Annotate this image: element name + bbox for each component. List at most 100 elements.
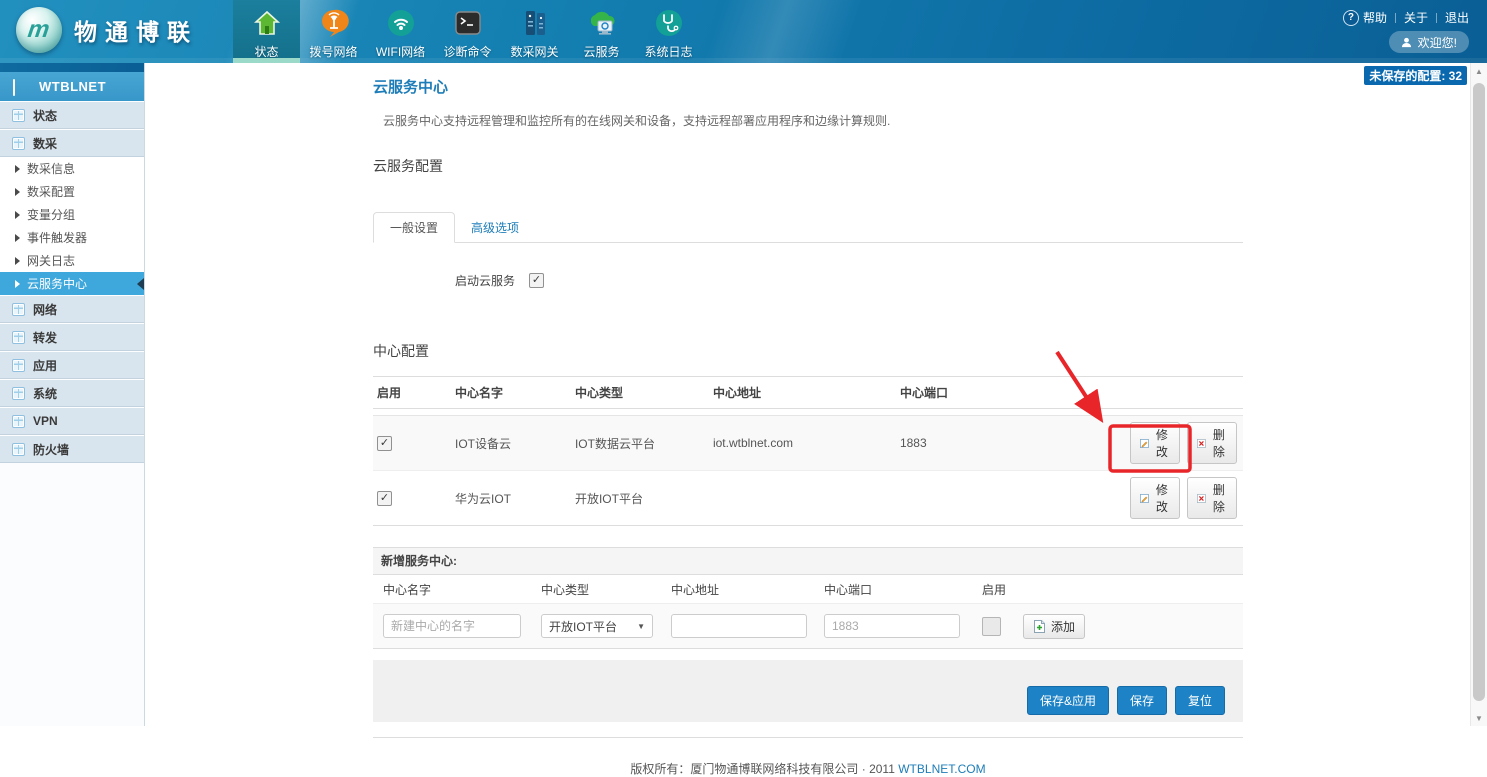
sidebar-item-system[interactable]: 系统	[0, 379, 144, 407]
nav-item-data-gateway[interactable]: 数采网关	[501, 0, 568, 63]
page-content: 云服务中心 云服务中心支持远程管理和监控所有的在线网关和设备，支持远程部署应用程…	[373, 63, 1243, 777]
help-link[interactable]: ?帮助	[1343, 9, 1387, 26]
app-header: m 物通博联 状态 拨号网络 WIFI网络 诊断命令	[0, 0, 1487, 63]
sidebar-item-da-config[interactable]: 数采配置	[0, 180, 144, 203]
brand-logo: m 物通博联	[16, 7, 198, 53]
gateway-icon	[520, 5, 550, 41]
reset-button[interactable]: 复位	[1175, 686, 1225, 715]
nav-item-cloud-service[interactable]: 云服务	[568, 0, 635, 63]
label-center-address: 中心地址	[671, 581, 824, 598]
grid-icon	[12, 303, 25, 316]
cell-center-address: iot.wtblnet.com	[709, 416, 896, 471]
unsaved-config-badge: 未保存的配置: 32	[1364, 66, 1467, 85]
logo-sphere-icon: m	[16, 7, 62, 53]
logout-link[interactable]: 退出	[1445, 9, 1469, 26]
caret-right-icon	[15, 280, 20, 288]
terminal-icon	[454, 5, 482, 41]
nav-item-wifi-network[interactable]: WIFI网络	[367, 0, 434, 63]
grid-icon	[12, 443, 25, 456]
caret-right-icon	[15, 257, 20, 265]
main-panel: 未保存的配置: 32 云服务中心 云服务中心支持远程管理和监控所有的在线网关和设…	[146, 63, 1470, 726]
about-link[interactable]: 关于	[1404, 9, 1428, 26]
nav-label: 云服务	[583, 43, 619, 60]
sidebar-item-cloud-service-center[interactable]: 云服务中心	[0, 272, 144, 295]
row-enabled-checkbox[interactable]	[377, 491, 392, 506]
save-and-apply-button[interactable]: 保存&应用	[1027, 686, 1109, 715]
nav-label: 数采网关	[510, 43, 558, 60]
nav-item-system-log[interactable]: 系统日志	[635, 0, 702, 63]
col-actions	[1126, 377, 1243, 409]
add-page-icon	[1033, 620, 1046, 633]
sidebar-item-forwarding[interactable]: 转发	[0, 323, 144, 351]
grid-icon	[12, 359, 25, 372]
center-name-input[interactable]	[383, 614, 521, 638]
vertical-scrollbar[interactable]: ▲ ▼	[1470, 63, 1487, 726]
delete-button[interactable]: 删除	[1187, 477, 1237, 519]
divider	[1395, 13, 1396, 23]
enable-cloud-checkbox[interactable]	[529, 273, 544, 288]
edit-button[interactable]: 修改	[1130, 422, 1180, 464]
caret-right-icon	[15, 188, 20, 196]
col-center-type: 中心类型	[571, 377, 709, 409]
sidebar-item-firewall[interactable]: 防火墙	[0, 435, 144, 463]
center-address-input[interactable]	[671, 614, 807, 638]
col-enabled: 启用	[373, 377, 451, 409]
top-nav: 状态 拨号网络 WIFI网络 诊断命令 数采网关	[233, 0, 702, 63]
footer-link[interactable]: WTBLNET.COM	[898, 762, 985, 776]
add-button[interactable]: 添加	[1023, 614, 1085, 639]
center-port-input[interactable]	[824, 614, 960, 638]
label-center-name: 中心名字	[373, 581, 541, 598]
nav-item-status[interactable]: 状态	[233, 0, 300, 63]
enable-cloud-label: 启动云服务	[455, 272, 515, 289]
welcome-label: 欢迎您!	[1418, 34, 1457, 51]
cell-center-type: 开放IOT平台	[571, 471, 709, 526]
scroll-up-icon[interactable]: ▲	[1471, 63, 1487, 79]
center-config-table: 启用 中心名字 中心类型 中心地址 中心端口 IOT设备云 IOT数据云平台 i…	[373, 376, 1243, 526]
cloud-config-heading: 云服务配置	[373, 156, 1243, 176]
sidebar: WTBLNET 状态 数采 数采信息 数采配置 变量分组 事件触发器 网关日志 …	[0, 63, 145, 726]
nav-item-diagnostic-command[interactable]: 诊断命令	[434, 0, 501, 63]
col-center-port: 中心端口	[896, 377, 1126, 409]
sidebar-item-vpn[interactable]: VPN	[0, 407, 144, 435]
save-button[interactable]: 保存	[1117, 686, 1167, 715]
welcome-button[interactable]: 欢迎您!	[1389, 31, 1469, 53]
wifi-icon	[386, 5, 416, 41]
sidebar-item-network[interactable]: 网络	[0, 295, 144, 323]
sidebar-item-gateway-log[interactable]: 网关日志	[0, 249, 144, 272]
tab-general-settings[interactable]: 一般设置	[373, 212, 455, 243]
sidebar-item-application[interactable]: 应用	[0, 351, 144, 379]
nav-item-dial-network[interactable]: 拨号网络	[300, 0, 367, 63]
delete-button[interactable]: 删除	[1187, 422, 1237, 464]
col-center-name: 中心名字	[451, 377, 571, 409]
tab-advanced-options[interactable]: 高级选项	[455, 213, 535, 242]
brand-title: 物通博联	[74, 13, 198, 47]
row-enabled-checkbox[interactable]	[377, 436, 392, 451]
grid-icon	[12, 415, 25, 428]
sidebar-item-variable-group[interactable]: 变量分组	[0, 203, 144, 226]
scrollbar-thumb[interactable]	[1473, 83, 1485, 701]
footer-divider	[373, 737, 1243, 738]
enable-cloud-row: 启动云服务	[373, 272, 1243, 289]
grid-icon	[12, 137, 25, 150]
cell-center-name: 华为云IOT	[451, 471, 571, 526]
sidebar-item-event-trigger[interactable]: 事件触发器	[0, 226, 144, 249]
center-type-select[interactable]: 开放IOT平台 ▼	[541, 614, 653, 638]
new-center-enabled-checkbox[interactable]	[982, 617, 1001, 636]
scroll-down-icon[interactable]: ▼	[1471, 710, 1487, 726]
table-header-row: 启用 中心名字 中心类型 中心地址 中心端口	[373, 377, 1243, 409]
action-bar: 保存&应用 保存 复位	[373, 660, 1243, 722]
label-center-port: 中心端口	[824, 581, 982, 598]
add-section-title: 新增服务中心:	[373, 548, 1243, 575]
cell-center-type: IOT数据云平台	[571, 416, 709, 471]
top-links: ?帮助 关于 退出	[1343, 9, 1469, 26]
sidebar-item-data-acquisition[interactable]: 数采	[0, 129, 144, 157]
nav-label: WIFI网络	[376, 43, 425, 60]
sidebar-device-title: WTBLNET	[0, 72, 144, 101]
delete-icon	[1197, 492, 1206, 505]
cell-center-address	[709, 471, 896, 526]
grid-icon	[12, 387, 25, 400]
sidebar-item-da-info[interactable]: 数采信息	[0, 157, 144, 180]
cell-center-name: IOT设备云	[451, 416, 571, 471]
edit-button-highlighted[interactable]: 修改	[1130, 477, 1180, 519]
sidebar-item-status[interactable]: 状态	[0, 101, 144, 129]
